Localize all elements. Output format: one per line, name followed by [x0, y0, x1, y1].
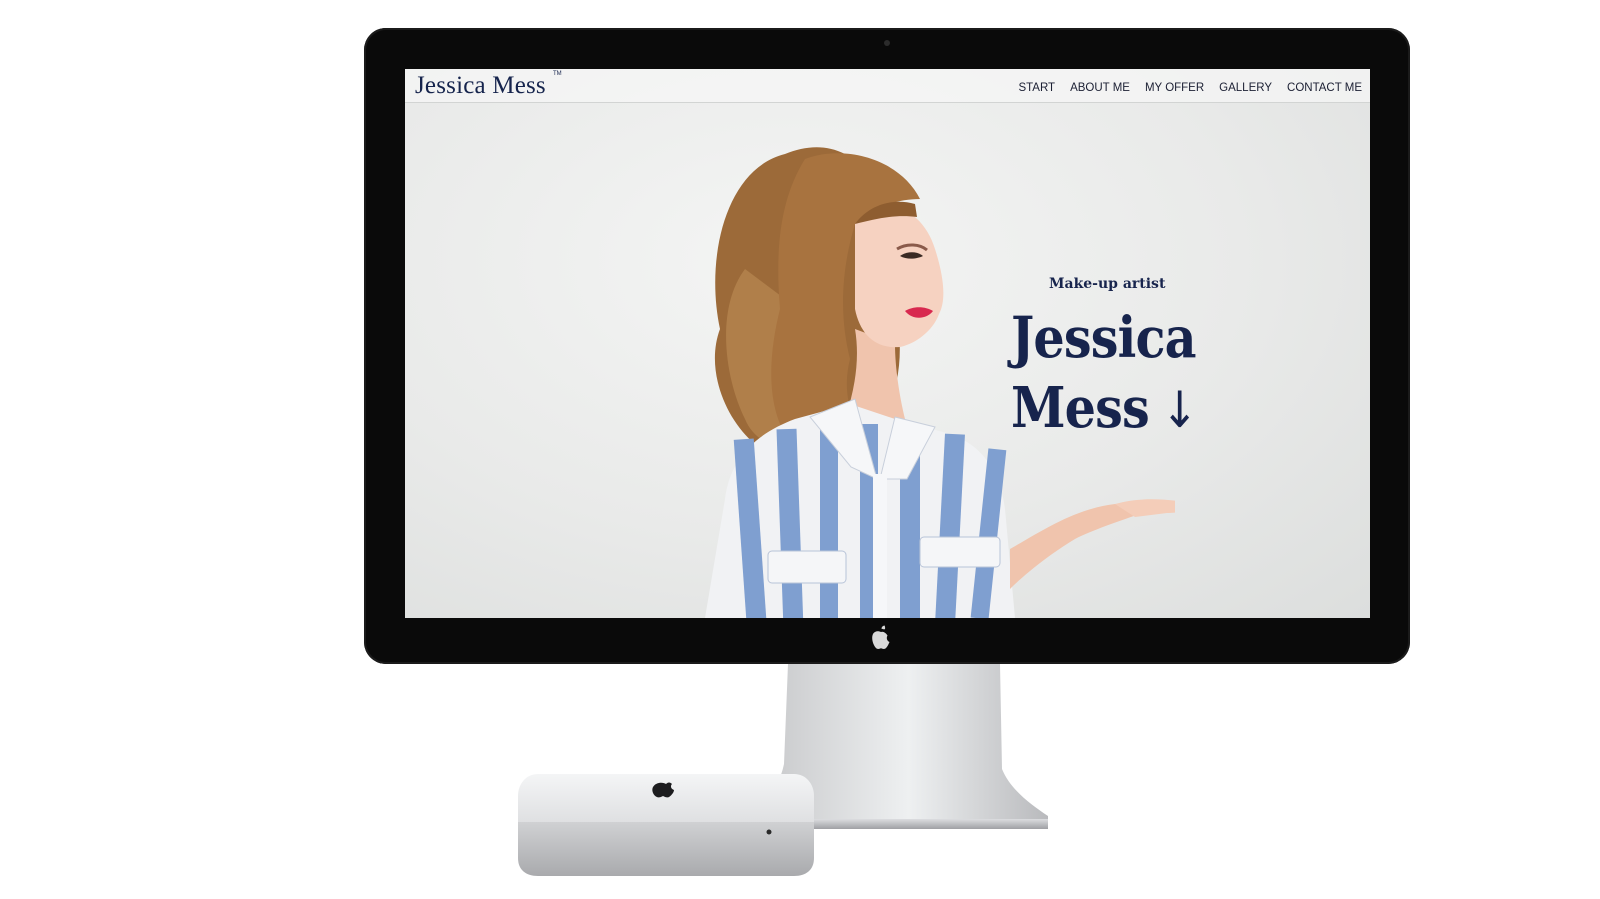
mac-mini	[518, 774, 814, 876]
site-header: Jessica Mess TM START ABOUT ME MY OFFER …	[405, 69, 1370, 103]
hero-subtitle: Make-up artist	[1049, 276, 1166, 292]
hero-title: Jessica Mess ↓	[1011, 303, 1198, 445]
nav-item-start[interactable]: START	[1018, 82, 1055, 94]
nav-item-about-me[interactable]: ABOUT ME	[1070, 82, 1130, 94]
website-screen[interactable]: Jessica Mess TM START ABOUT ME MY OFFER …	[405, 69, 1370, 618]
nav-item-gallery[interactable]: GALLERY	[1219, 82, 1272, 94]
main-nav: START ABOUT ME MY OFFER GALLERY CONTACT …	[1018, 82, 1362, 94]
nav-item-my-offer[interactable]: MY OFFER	[1145, 82, 1204, 94]
nav-item-contact-me[interactable]: CONTACT ME	[1287, 82, 1362, 94]
arrow-down-icon[interactable]: ↓	[1161, 375, 1198, 445]
apple-icon	[872, 625, 890, 649]
hero-title-line2: Mess	[1011, 375, 1150, 441]
trademark-mark: TM	[553, 71, 562, 77]
hero-title-line1: Jessica	[1011, 305, 1197, 371]
site-logo[interactable]: Jessica Mess	[415, 72, 546, 100]
hero-title-line2-wrap: Mess ↓	[1011, 373, 1198, 445]
camera-icon	[884, 40, 890, 46]
device-scene: Jessica Mess TM START ABOUT ME MY OFFER …	[0, 0, 1600, 899]
